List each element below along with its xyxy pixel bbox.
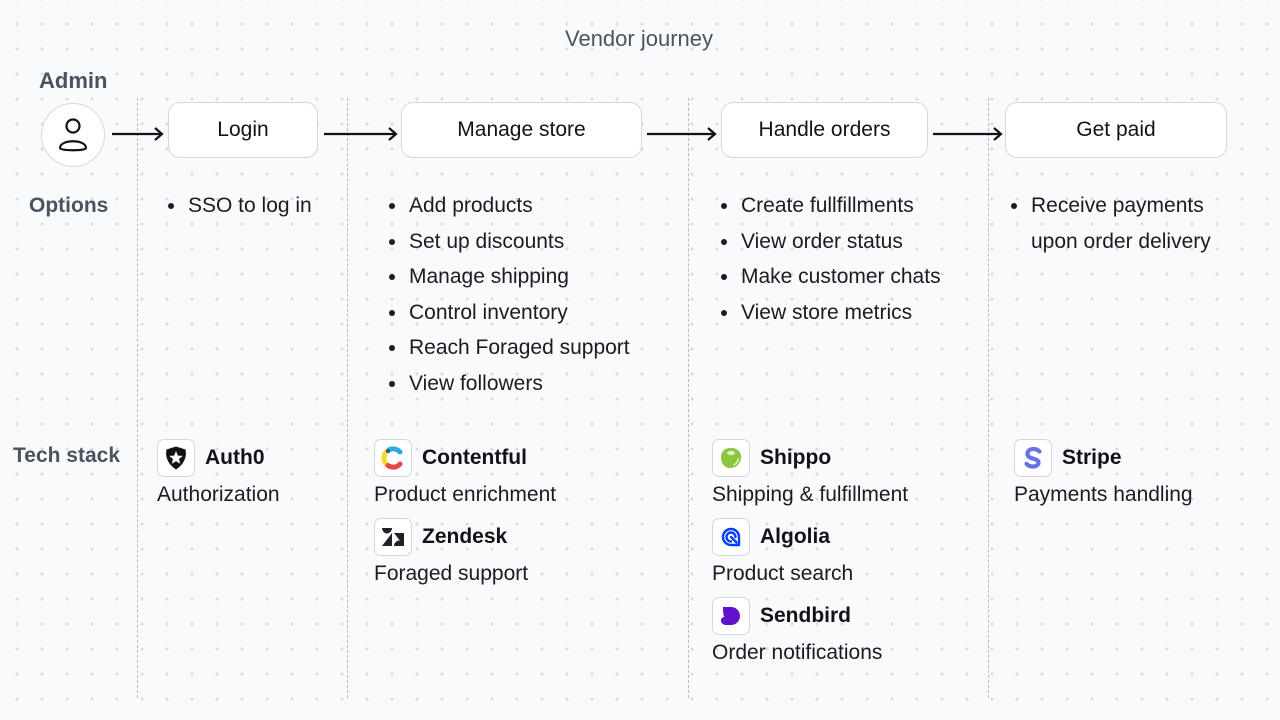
- options-list-handle-orders: Create fullfillments View order status M…: [719, 188, 941, 330]
- step-get-paid[interactable]: Get paid: [1005, 102, 1227, 158]
- user-icon: [58, 118, 88, 152]
- option-item: Add products: [387, 188, 630, 224]
- arrow-icon: [933, 127, 1003, 141]
- arrow-icon: [112, 127, 164, 141]
- contentful-logo-icon: [381, 446, 403, 470]
- tech-name: Stripe: [1062, 446, 1122, 469]
- tech-item-auth0: Auth0: [157, 439, 280, 477]
- arrow-icon: [647, 127, 717, 141]
- column-divider: [137, 98, 138, 698]
- tech-description: Shipping & fulfillment: [712, 483, 909, 506]
- tech-item-shippo: Shippo: [712, 439, 908, 477]
- options-list-get-paid: Receive payments upon order delivery: [1009, 188, 1239, 259]
- tech-item-zendesk: Zendesk: [374, 518, 556, 556]
- column-divider: [688, 98, 689, 698]
- options-row-label: Options: [29, 194, 109, 217]
- tech-description: Authorization: [157, 483, 280, 506]
- tech-name: Zendesk: [422, 525, 508, 548]
- tech-stack-login: Auth0 Authorization: [157, 439, 280, 513]
- column-divider: [347, 98, 348, 698]
- diagram-title: Vendor journey: [565, 26, 713, 51]
- tech-stack-manage-store: Contentful Product enrichment Zendesk Fo…: [374, 439, 556, 592]
- column-divider: [988, 98, 989, 698]
- tech-stack-row-label: Tech stack: [13, 444, 120, 467]
- option-item: View store metrics: [719, 295, 941, 331]
- shippo-logo-icon: [721, 447, 742, 468]
- tech-name: Sendbird: [760, 604, 852, 627]
- tech-stack-handle-orders: Shippo Shipping & fulfillment Algolia Pr…: [712, 439, 908, 671]
- tech-item-algolia: Algolia: [712, 518, 908, 556]
- option-item: View followers: [387, 366, 630, 402]
- step-login[interactable]: Login: [168, 102, 318, 158]
- option-item: Control inventory: [387, 295, 630, 331]
- tech-item-sendbird: Sendbird: [712, 597, 908, 635]
- step-manage-store[interactable]: Manage store: [401, 102, 642, 158]
- admin-avatar: [41, 103, 105, 167]
- tech-name: Contentful: [422, 446, 527, 469]
- option-item: SSO to log in: [166, 188, 312, 224]
- tech-description: Product search: [712, 562, 854, 585]
- option-item: Receive payments upon order delivery: [1009, 188, 1239, 259]
- auth0-logo-icon: [166, 446, 186, 470]
- tech-name: Shippo: [760, 446, 832, 469]
- actor-label: Admin: [39, 68, 108, 93]
- options-list-manage-store: Add products Set up discounts Manage shi…: [387, 188, 630, 401]
- option-item: Manage shipping: [387, 259, 630, 295]
- tech-name: Auth0: [205, 446, 265, 469]
- tech-name: Algolia: [760, 525, 831, 548]
- tech-description: Product enrichment: [374, 483, 557, 506]
- arrow-icon: [324, 127, 398, 141]
- tech-item-stripe: Stripe: [1014, 439, 1193, 477]
- sendbird-logo-icon: [721, 607, 740, 625]
- zendesk-logo-icon: [382, 528, 404, 546]
- tech-description: Foraged support: [374, 562, 529, 585]
- tech-item-contentful: Contentful: [374, 439, 556, 477]
- algolia-logo-icon: [721, 527, 741, 547]
- tech-description: Order notifications: [712, 641, 883, 664]
- option-item: Make customer chats: [719, 259, 941, 295]
- option-item: Reach Foraged support: [387, 330, 630, 366]
- stripe-logo-icon: [1024, 446, 1042, 469]
- options-list-login: SSO to log in: [166, 188, 312, 224]
- option-item: Set up discounts: [387, 224, 630, 260]
- tech-stack-get-paid: Stripe Payments handling: [1014, 439, 1193, 513]
- option-item: View order status: [719, 224, 941, 260]
- step-handle-orders[interactable]: Handle orders: [721, 102, 928, 158]
- tech-description: Payments handling: [1014, 483, 1193, 506]
- option-item: Create fullfillments: [719, 188, 941, 224]
